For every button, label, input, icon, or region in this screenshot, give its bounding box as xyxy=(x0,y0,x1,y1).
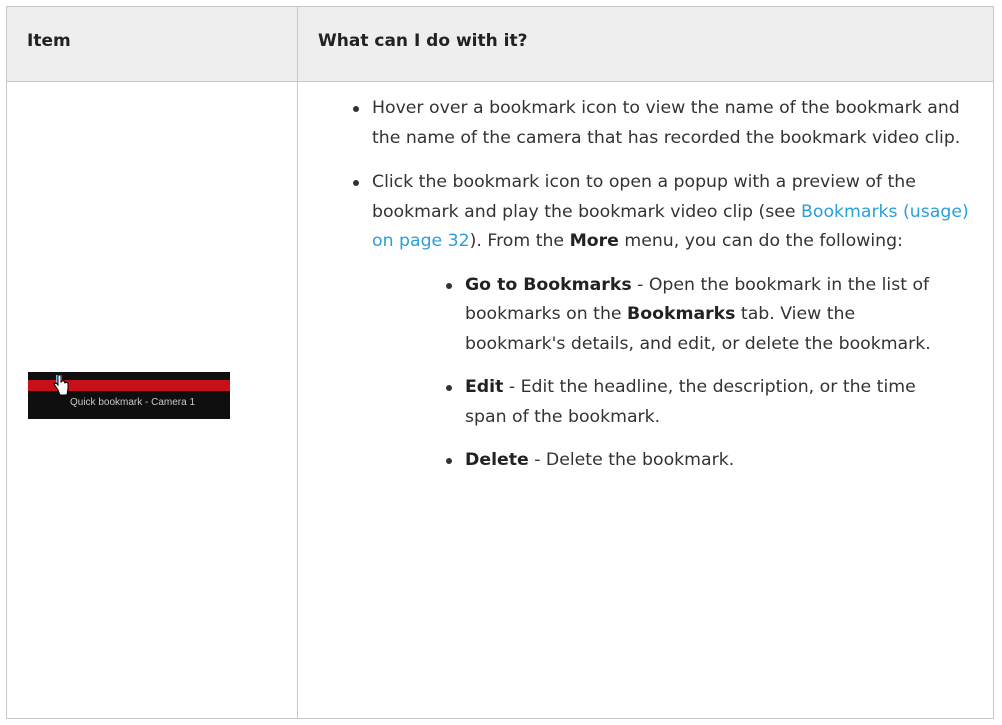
hand-cursor-icon xyxy=(53,374,69,396)
list-item: Hover over a bookmark icon to view the n… xyxy=(343,94,983,153)
go-to-bookmarks-term: Go to Bookmarks xyxy=(465,274,632,295)
bullet xyxy=(446,282,452,289)
list-item-text: ). From the xyxy=(469,231,570,251)
help-table: Item What can I do with it? Quick bookma… xyxy=(6,6,994,719)
table-header: Item What can I do with it? xyxy=(7,7,993,82)
bookmark-timeline-thumbnail: Quick bookmark - Camera 1 xyxy=(28,372,230,419)
bullet xyxy=(446,458,452,464)
sub-list-item: Delete - Delete the bookmark. xyxy=(436,446,956,476)
list-item-text: - Edit the headline, the description, or… xyxy=(465,377,916,427)
bullet xyxy=(446,385,452,391)
column-divider xyxy=(297,7,298,718)
delete-term: Delete xyxy=(465,450,529,470)
list-item-text: menu, you can do the following: xyxy=(618,231,903,251)
sub-list-item: Edit - Edit the headline, the descriptio… xyxy=(436,373,956,432)
list-item: Click the bookmark icon to open a popup … xyxy=(343,168,983,476)
header-action: What can I do with it? xyxy=(318,31,528,51)
bookmark-tooltip: Quick bookmark - Camera 1 xyxy=(70,397,196,408)
bookmarks-tab-term: Bookmarks xyxy=(627,304,736,324)
list-item-text: - Delete the bookmark. xyxy=(528,450,735,470)
sub-list-item: Go to Bookmarks - Open the bookmark in t… xyxy=(436,271,956,360)
more-menu-label: More xyxy=(569,231,619,251)
header-item: Item xyxy=(27,31,71,51)
description-cell: Hover over a bookmark icon to view the n… xyxy=(343,94,983,476)
edit-term: Edit xyxy=(465,377,504,397)
sub-list: Go to Bookmarks - Open the bookmark in t… xyxy=(436,271,956,476)
bullet xyxy=(353,180,359,186)
list-item-text: Hover over a bookmark icon to view the n… xyxy=(372,98,961,148)
bullet xyxy=(353,106,359,112)
